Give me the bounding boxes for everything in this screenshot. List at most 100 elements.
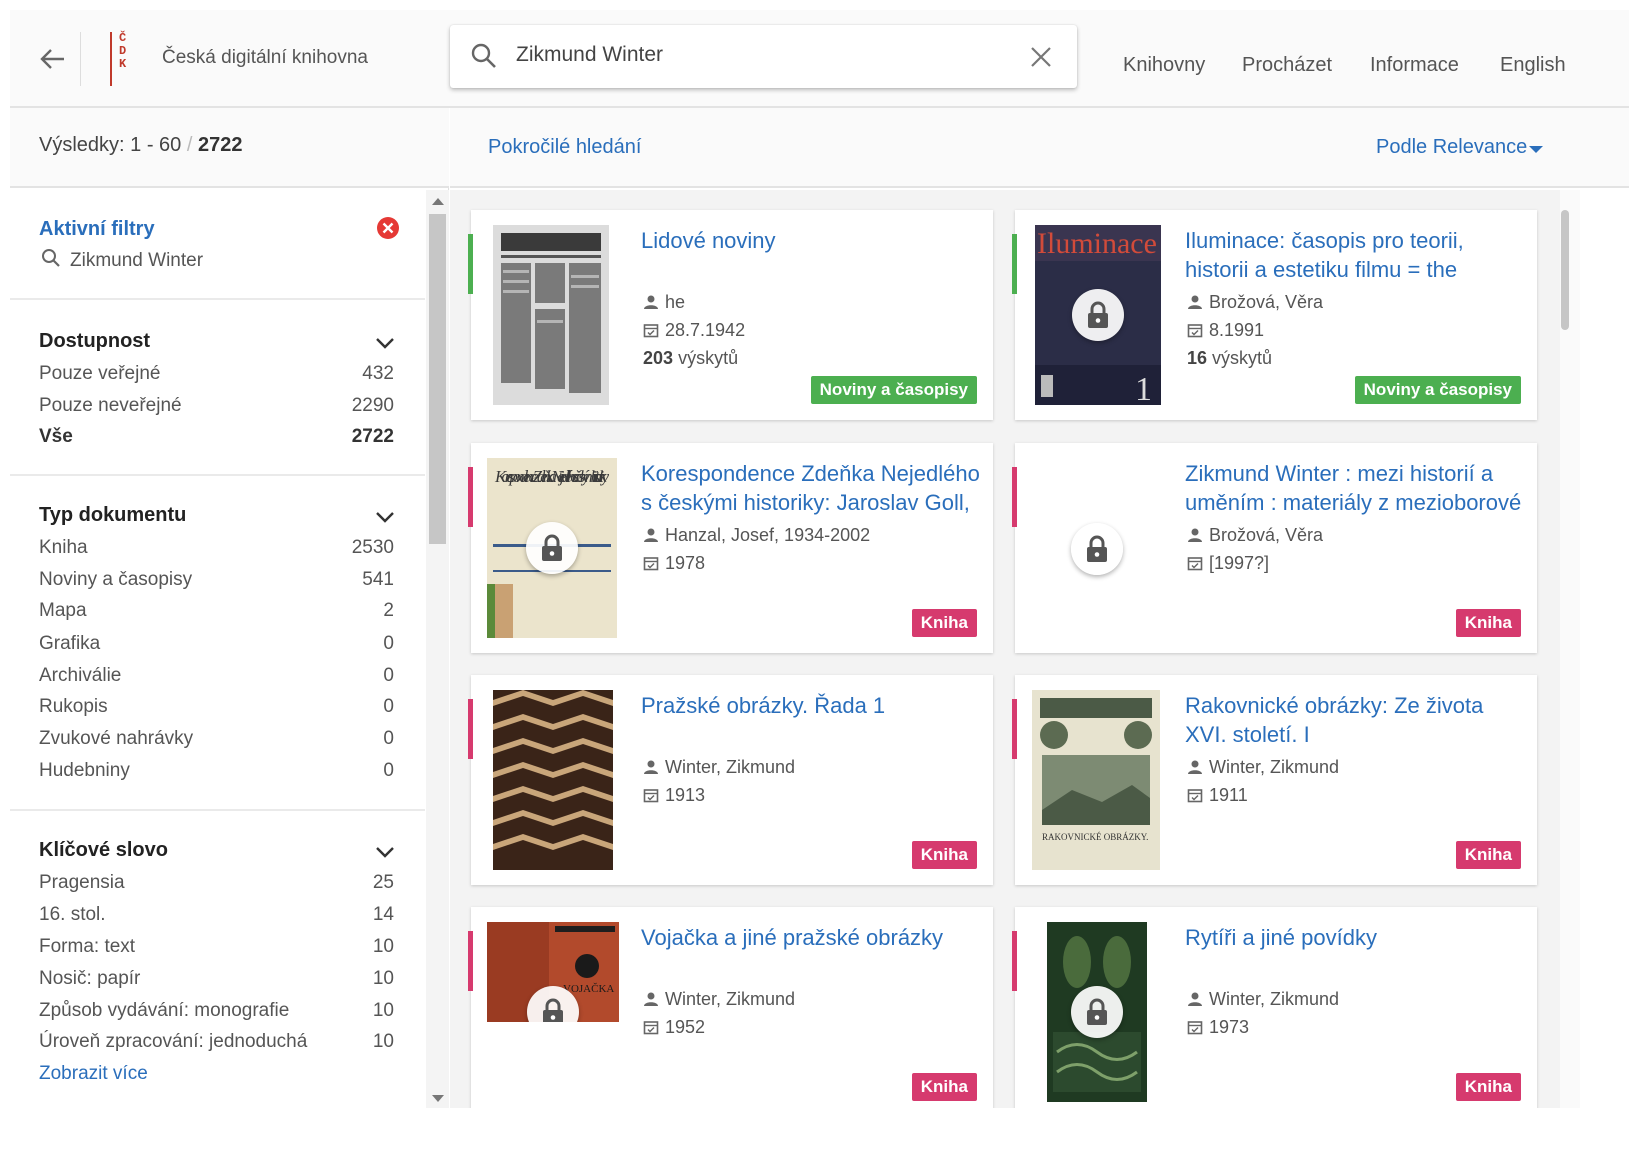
sidebar-scrollbar[interactable] [426, 190, 449, 1108]
result-card[interactable]: Korespondence Zdeňka Nejedlého s českými… [468, 443, 993, 653]
card-title[interactable]: Rytíři a jiné povídky [1185, 923, 1525, 952]
doctype-badge: Noviny a časopisy [1354, 376, 1521, 404]
chevron-down-icon[interactable] [374, 510, 396, 524]
filter-keyword[interactable]: 16. stol. 14 [39, 904, 394, 926]
results-total: 2722 [197, 134, 243, 156]
card-title[interactable]: Rakovnické obrázky: Ze života XVI. stole… [1185, 691, 1525, 749]
calendar-icon [1187, 1021, 1203, 1035]
doctype-title[interactable]: Typ dokumentu [39, 504, 186, 527]
search-box[interactable]: Zikmund Winter [450, 25, 1077, 88]
filter-nonpublic[interactable]: Pouze neveřejné 2290 [39, 395, 394, 417]
doctype-badge: Kniha [911, 841, 977, 869]
results-scrollbar[interactable] [1560, 190, 1580, 1108]
nav-informace[interactable]: Informace [1370, 54, 1459, 77]
availability-section: Dostupnost Pouze veřejné 432 Pouze neveře… [10, 300, 425, 476]
doctype-badge: Kniha [1455, 1073, 1521, 1101]
doctype-badge: Kniha [1455, 841, 1521, 869]
lock-overlay [1072, 289, 1124, 341]
cover-thumbnail[interactable]: Iluminace 1 [1035, 225, 1161, 405]
result-card[interactable]: Pražské obrázky. Řada 1 Winter, Zikmund … [468, 675, 993, 885]
card-occurrences: 16 výskytů [1187, 348, 1273, 368]
calendar-icon [643, 1021, 659, 1035]
cover-title: RAKOVNICKÉ OBRÁZKY. [1042, 832, 1148, 842]
filter-grafika[interactable]: Grafika 0 [39, 633, 394, 655]
lock-overlay [1071, 986, 1123, 1038]
card-title[interactable]: Zikmund Winter : mezi historií a uměním … [1185, 459, 1525, 517]
scrollbar-thumb[interactable] [429, 214, 446, 544]
filter-mapa[interactable]: Mapa 2 [39, 600, 394, 622]
lock-icon [1087, 535, 1107, 562]
active-filters-section: Aktivní filtry Zikmund Winter [10, 190, 425, 300]
search-input[interactable]: Zikmund Winter [516, 43, 663, 67]
card-title[interactable]: Vojačka a jiné pražské obrázky [641, 923, 981, 952]
cdk-logo[interactable]: Č D K [110, 32, 138, 86]
cover-thumbnail[interactable] [493, 690, 613, 870]
scroll-down-icon[interactable] [432, 1095, 444, 1102]
filter-keyword[interactable]: Pragensia 25 [39, 872, 394, 894]
filter-noviny[interactable]: Noviny a časopisy 541 [39, 569, 394, 591]
brand-name[interactable]: Česká digitální knihovna [162, 47, 368, 69]
result-card[interactable]: RAKOVNICKÉ OBRÁZKY. Rakovnické obrázky: … [1012, 675, 1537, 885]
scrollbar-thumb[interactable] [1561, 210, 1569, 330]
card-date: 28.7.1942 [643, 320, 745, 341]
card-date: [1997?] [1187, 553, 1269, 574]
sort-dropdown[interactable]: Podle Relevance [1376, 136, 1527, 159]
back-arrow-icon[interactable] [38, 44, 68, 74]
cover-thumbnail[interactable] [1047, 922, 1147, 1102]
clear-search-icon[interactable] [1028, 44, 1054, 70]
person-icon [644, 528, 658, 542]
filter-keyword[interactable]: Nosič: papír 10 [39, 968, 394, 990]
lock-icon [1087, 998, 1107, 1025]
filter-archivalie[interactable]: Archiválie 0 [39, 665, 394, 687]
card-title[interactable]: Korespondence Zdeňka Nejedlého s českými… [641, 459, 981, 517]
keywords-title[interactable]: Klíčové slovo [39, 839, 168, 862]
filter-keyword[interactable]: Způsob vydávání: monografie 10 [39, 1000, 394, 1022]
nav-knihovny[interactable]: Knihovny [1123, 54, 1205, 77]
availability-title[interactable]: Dostupnost [39, 330, 150, 353]
scroll-up-icon[interactable] [432, 198, 444, 205]
results-toolbar: Pokročilé hledání Podle Relevance [450, 108, 1629, 188]
result-card[interactable]: VOJAČKA Vojačka a jiné pražské obrázky W… [468, 907, 993, 1108]
filter-all[interactable]: Vše 2722 [39, 426, 394, 448]
card-title[interactable]: Pražské obrázky. Řada 1 [641, 691, 981, 720]
card-author: Brožová, Věra [1187, 292, 1323, 313]
cover-thumbnail[interactable]: VOJAČKA [487, 922, 619, 1022]
card-date: 1911 [1187, 785, 1248, 806]
advanced-search-link[interactable]: Pokročilé hledání [488, 136, 641, 159]
card-title[interactable]: Iluminace: časopis pro teorii, historii … [1185, 226, 1525, 286]
search-icon [471, 43, 496, 68]
filter-keyword[interactable]: Forma: text 10 [39, 936, 394, 958]
cover-thumbnail[interactable] [493, 225, 609, 405]
filter-rukopis[interactable]: Rukopis 0 [39, 696, 394, 718]
result-card[interactable]: Rytíři a jiné povídky Winter, Zikmund 19… [1012, 907, 1537, 1108]
results-separator: / [186, 134, 193, 156]
cover-title: Korespondence Zdeňka Nejedlého s českými… [494, 467, 609, 486]
nav-prochazet[interactable]: Procházet [1242, 54, 1332, 77]
result-card[interactable]: Iluminace 1 Iluminace: časopis pro teori… [1012, 210, 1537, 420]
caret-down-icon[interactable] [1529, 146, 1543, 153]
nav-english[interactable]: English [1500, 54, 1566, 77]
filter-keyword[interactable]: Úroveň zpracování: jednoduchá 10 [39, 1031, 394, 1053]
filter-public[interactable]: Pouze veřejné 432 [39, 363, 394, 385]
card-author: he [643, 292, 685, 313]
remove-filters-icon[interactable] [376, 216, 400, 240]
chevron-down-icon[interactable] [374, 336, 396, 350]
filter-kniha[interactable]: Kniha 2530 [39, 537, 394, 559]
card-title[interactable]: Lidové noviny [641, 226, 981, 255]
filter-hudebniny[interactable]: Hudebniny 0 [39, 760, 394, 782]
result-card[interactable]: Zikmund Winter : mezi historií a uměním … [1012, 443, 1537, 653]
active-filter-query[interactable]: Zikmund Winter [70, 250, 203, 272]
result-card[interactable]: Lidové noviny he 28.7.1942 203 výskytů N… [468, 210, 993, 420]
card-author: Brožová, Věra [1187, 525, 1323, 546]
doctype-section: Typ dokumentu Kniha 2530 Noviny a časopis… [10, 476, 425, 811]
search-icon [42, 249, 60, 267]
show-more-link[interactable]: Zobrazit více [39, 1063, 394, 1085]
filter-zvukove[interactable]: Zvukové nahrávky 0 [39, 728, 394, 750]
cover-thumbnail[interactable]: Korespondence Zdeňka Nejedlého s českými… [487, 458, 617, 638]
active-filters-title: Aktivní filtry [39, 218, 155, 240]
cover-thumbnail[interactable]: RAKOVNICKÉ OBRÁZKY. [1032, 690, 1160, 870]
lock-icon [1088, 301, 1108, 328]
chevron-down-icon[interactable] [374, 845, 396, 859]
cover-number: 1 [1135, 371, 1152, 405]
person-icon [644, 992, 658, 1006]
